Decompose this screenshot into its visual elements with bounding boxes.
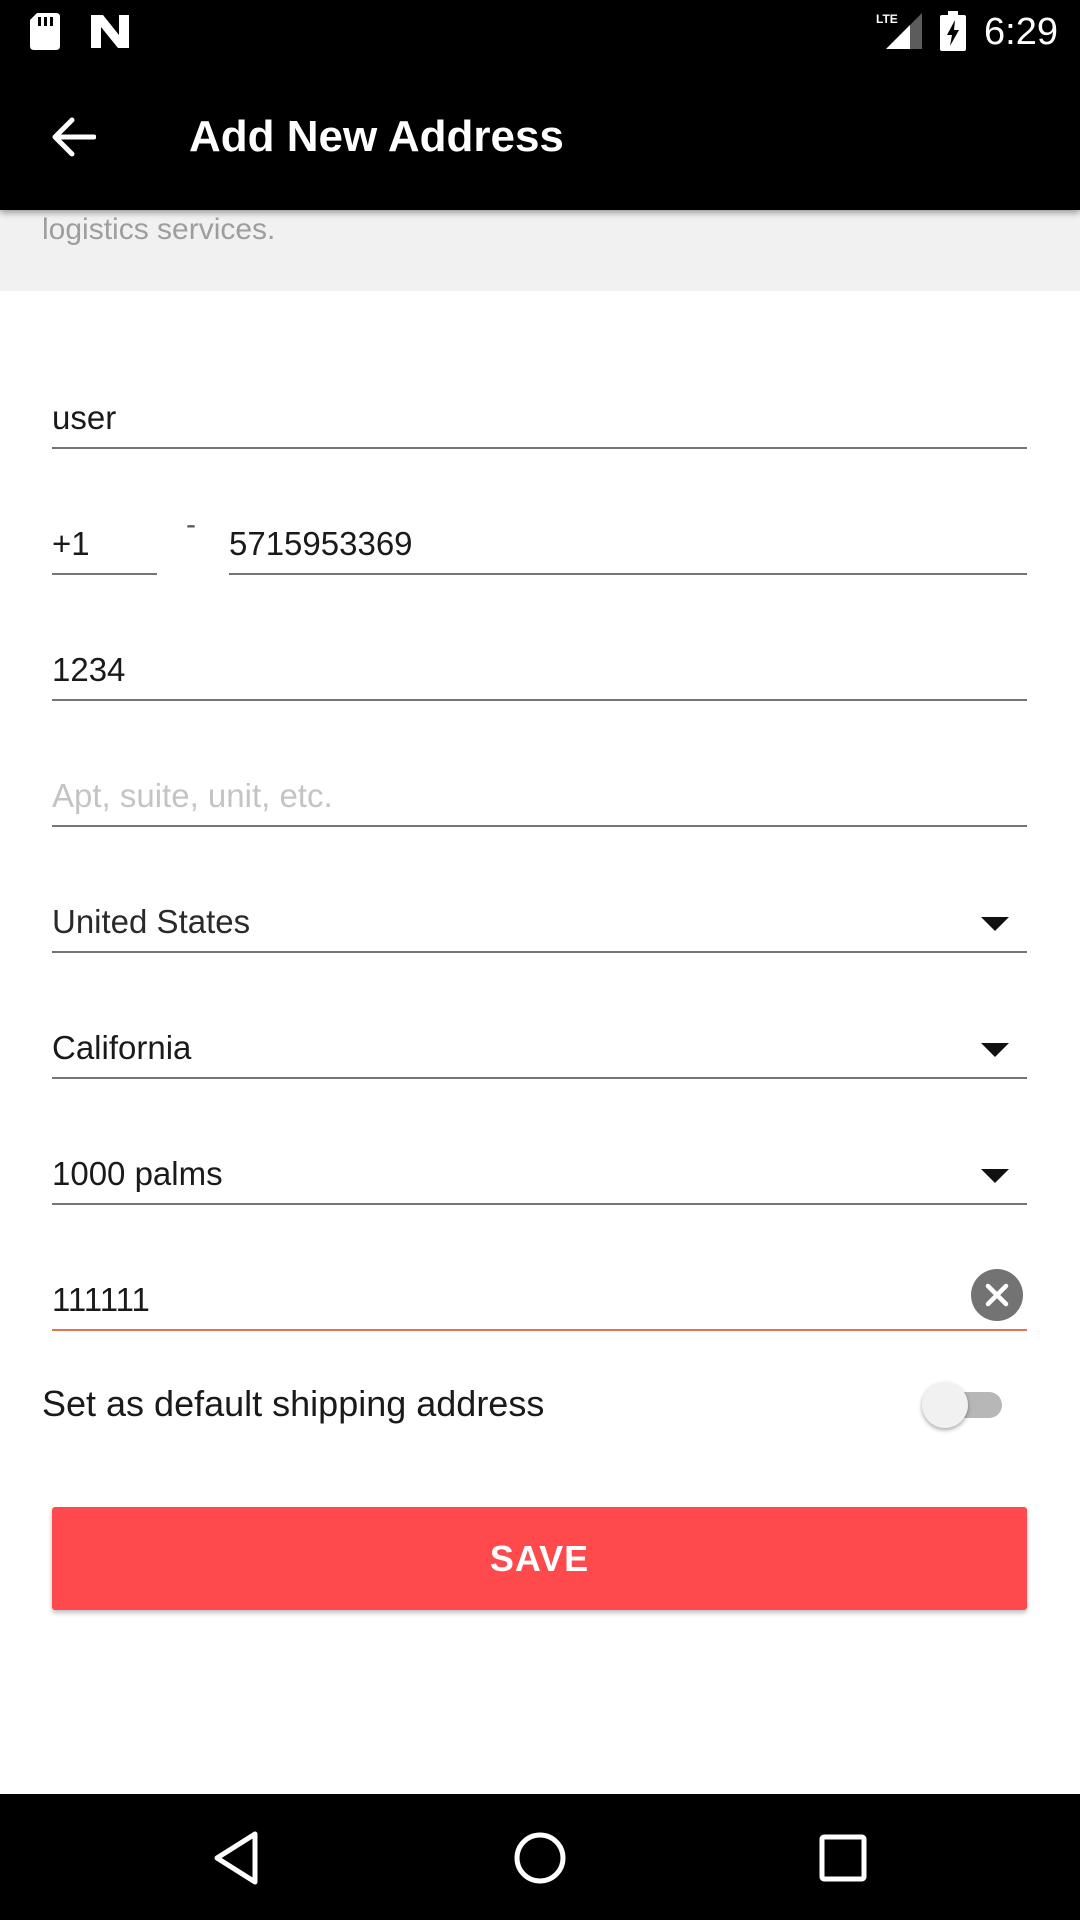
clear-text-button[interactable]	[971, 1269, 1023, 1321]
country-value: United States	[52, 903, 251, 940]
address-line1-value: 1234	[52, 651, 126, 688]
country-code-field[interactable]: +1	[52, 513, 157, 575]
notice-text: logistics services.	[42, 213, 276, 246]
save-button-label: SAVE	[489, 1537, 590, 1579]
app-bar: Add New Address	[0, 63, 1080, 210]
address-line2-field[interactable]: Apt, suite, unit, etc.	[52, 765, 1027, 827]
city-value: 1000 palms	[52, 1155, 223, 1192]
phone-number-value: 5715953369	[229, 525, 413, 562]
zip-code-field[interactable]: 111111	[52, 1269, 1027, 1331]
state-dropdown[interactable]: California	[52, 1017, 1027, 1079]
phone-number-field[interactable]: 5715953369	[229, 513, 1027, 575]
chevron-down-icon	[981, 1169, 1009, 1183]
country-code-value: +1	[52, 525, 90, 562]
toggle-thumb	[922, 1382, 968, 1428]
default-shipping-toggle[interactable]	[922, 1376, 1008, 1432]
notice-strip: logistics services.	[0, 210, 1080, 291]
battery-charging-icon	[940, 11, 966, 51]
city-dropdown[interactable]: 1000 palms	[52, 1143, 1027, 1205]
back-button[interactable]	[30, 101, 116, 173]
save-button[interactable]: SAVE	[52, 1507, 1027, 1610]
add-address-screen: LTE 6:29 Add New Address logistics servi…	[0, 0, 1080, 1920]
name-value: user	[52, 399, 117, 436]
sd-card-icon	[30, 13, 60, 50]
phone-separator: -	[186, 508, 196, 541]
state-value: California	[52, 1029, 192, 1066]
lte-signal-icon: LTE	[876, 12, 922, 49]
n-notification-icon	[91, 15, 129, 48]
arrow-back-icon	[52, 117, 96, 157]
country-dropdown[interactable]: United States	[52, 891, 1027, 953]
network-label: LTE	[876, 12, 898, 26]
address-line2-placeholder: Apt, suite, unit, etc.	[52, 777, 333, 814]
recents-square-icon	[819, 1834, 867, 1882]
back-triangle-icon	[214, 1831, 258, 1885]
nav-back-button[interactable]	[200, 1822, 272, 1894]
zip-code-value: 111111	[52, 1281, 150, 1318]
name-field[interactable]: user	[52, 387, 1027, 449]
chevron-down-icon	[981, 1043, 1009, 1057]
page-title: Add New Address	[189, 112, 564, 161]
close-icon	[985, 1283, 1009, 1307]
chevron-down-icon	[981, 917, 1009, 931]
navigation-bar	[0, 1794, 1080, 1920]
status-bar: LTE 6:29	[0, 0, 1080, 63]
nav-home-button[interactable]	[504, 1822, 576, 1894]
default-shipping-label: Set as default shipping address	[42, 1383, 545, 1424]
nav-recents-button[interactable]	[807, 1822, 879, 1894]
home-circle-icon	[514, 1832, 566, 1884]
status-time: 6:29	[984, 11, 1058, 53]
address-line1-field[interactable]: 1234	[52, 639, 1027, 701]
